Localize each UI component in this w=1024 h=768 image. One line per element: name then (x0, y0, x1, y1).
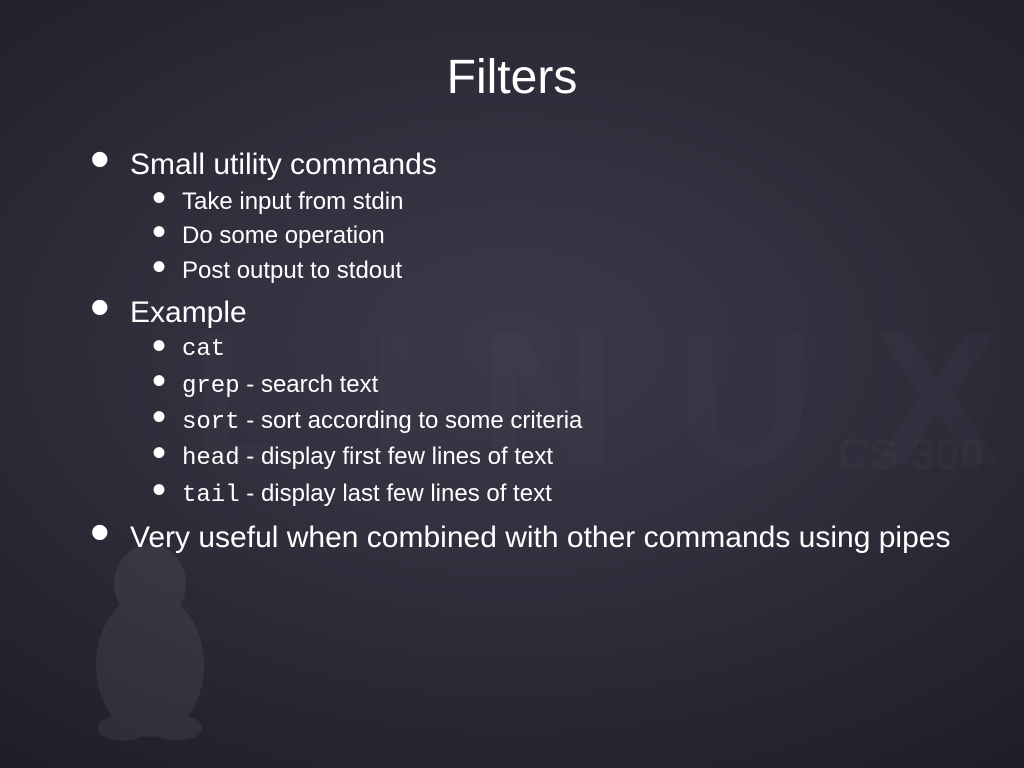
sub-item: Do some operation (152, 220, 964, 252)
sub-item-sort: sort - sort according to some criteria (152, 405, 964, 439)
slide: Filters Small utility commands Take inpu… (0, 0, 1024, 768)
command-grep: grep (182, 373, 240, 400)
separator: - (240, 480, 261, 507)
command-head: head (182, 445, 240, 472)
bullet-text: Example (130, 296, 247, 329)
command-desc: sort according to some criteria (261, 407, 582, 434)
sub-text: Post output to stdout (182, 257, 402, 284)
separator: - (240, 371, 261, 398)
sub-text: Do some operation (182, 222, 385, 249)
separator: - (240, 407, 261, 434)
sub-item: Post output to stdout (152, 255, 964, 287)
command-desc: display last few lines of text (261, 480, 552, 507)
command-tail: tail (182, 482, 240, 509)
sub-item-tail: tail - display last few lines of text (152, 478, 964, 512)
sub-item-head: head - display first few lines of text (152, 441, 964, 475)
command-desc: search text (261, 371, 378, 398)
sub-text: Take input from stdin (182, 188, 403, 215)
bullet-example: Example cat grep - search text sort - so… (90, 293, 964, 512)
command-desc: display first few lines of text (261, 443, 553, 470)
command-sort: sort (182, 409, 240, 436)
slide-title: Filters (60, 50, 964, 105)
bullet-text: Small utility commands (130, 148, 437, 181)
sub-list: Take input from stdin Do some operation … (130, 186, 964, 287)
sub-item: Take input from stdin (152, 186, 964, 218)
sub-item-grep: grep - search text (152, 369, 964, 403)
bullet-list: Small utility commands Take input from s… (60, 145, 964, 557)
sub-list: cat grep - search text sort - sort accor… (130, 334, 964, 512)
bullet-pipes: Very useful when combined with other com… (90, 518, 964, 557)
sub-item-cat: cat (152, 334, 964, 366)
bullet-small-utility: Small utility commands Take input from s… (90, 145, 964, 287)
bullet-text: Very useful when combined with other com… (130, 521, 950, 554)
separator: - (240, 443, 261, 470)
command-cat: cat (182, 336, 225, 363)
